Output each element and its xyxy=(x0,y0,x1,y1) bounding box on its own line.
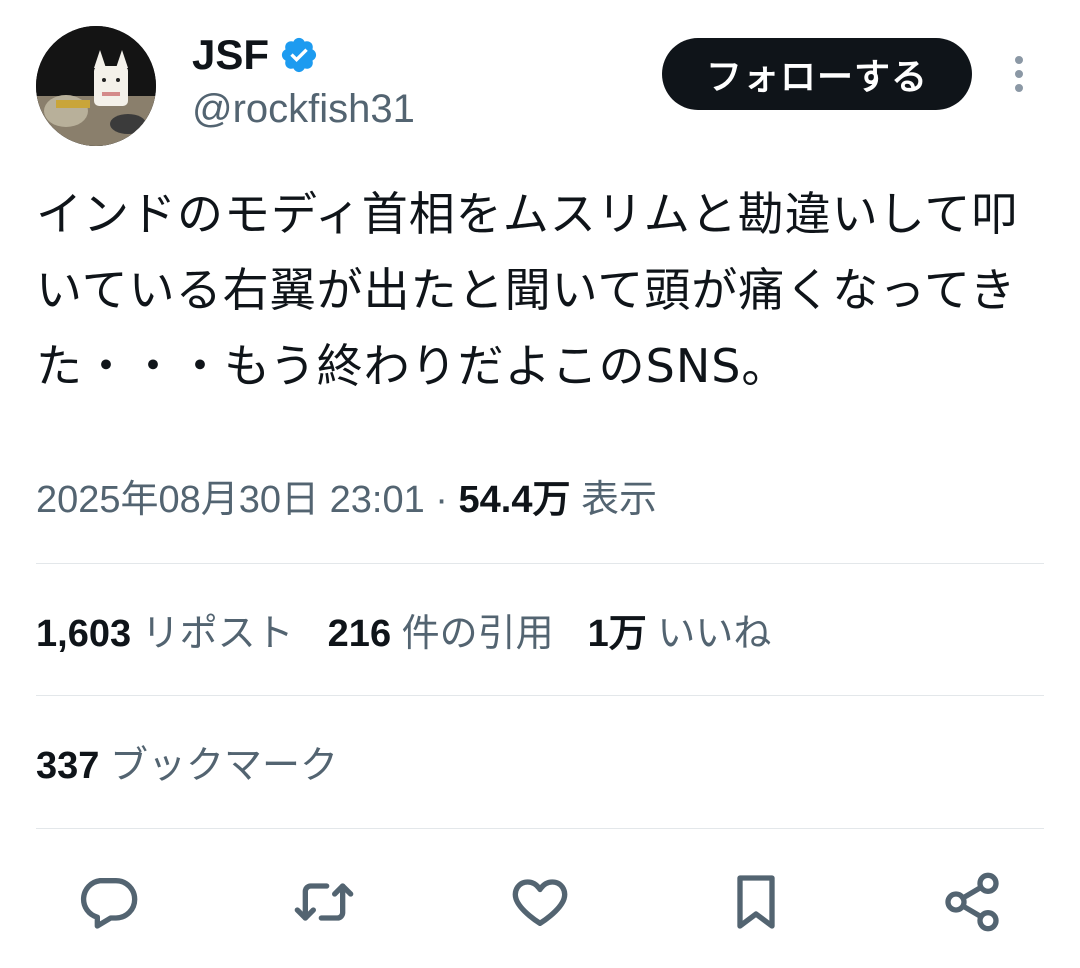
avatar[interactable] xyxy=(36,26,156,146)
reposts-count: 1,603 xyxy=(36,613,132,655)
reposts-label: リポスト xyxy=(141,613,294,655)
bookmarks-count: 337 xyxy=(36,745,100,787)
share-icon[interactable] xyxy=(940,870,1004,934)
avatar-image xyxy=(36,26,156,146)
author-name[interactable]: JSF xyxy=(192,30,269,80)
quotes-stat[interactable]: 216 件の引用 xyxy=(328,613,554,655)
reply-icon[interactable] xyxy=(76,870,140,934)
bookmarks-stat[interactable]: 337 ブックマーク xyxy=(36,738,338,794)
divider xyxy=(36,828,1044,829)
repost-icon[interactable] xyxy=(292,870,356,934)
likes-count: 1万 xyxy=(587,613,647,655)
likes-label: いいね xyxy=(657,613,772,655)
tweet-text: インドのモディ首相をムスリムと勘違いして叩いている右翼が出たと聞いて頭が痛くなっ… xyxy=(36,187,1019,393)
bookmark-icon[interactable] xyxy=(724,870,788,934)
author-handle[interactable]: @rockfish31 xyxy=(192,84,415,134)
follow-button[interactable]: フォローする xyxy=(662,38,972,110)
like-heart-icon[interactable] xyxy=(508,870,572,934)
divider xyxy=(36,695,1044,696)
quotes-label: 件の引用 xyxy=(401,613,554,655)
divider xyxy=(36,563,1044,564)
engagement-stats: 1,603 リポスト 216 件の引用 1万 いいね xyxy=(36,606,771,662)
quotes-count: 216 xyxy=(327,613,392,655)
views-label: 表示 xyxy=(581,479,658,521)
verified-badge-icon xyxy=(279,35,319,75)
tweet-timestamp[interactable]: 2025年08月30日 23:01 xyxy=(36,479,425,521)
views-count: 54.4万 xyxy=(458,479,571,521)
more-vertical-icon[interactable] xyxy=(1004,52,1034,96)
meta-separator: · xyxy=(435,479,448,521)
author-name-row[interactable]: JSF xyxy=(192,30,319,80)
tweet-meta: 2025年08月30日 23:01 · 54.4万 表示 xyxy=(36,472,657,528)
likes-stat[interactable]: 1万 いいね xyxy=(588,613,772,655)
bookmarks-label: ブックマーク xyxy=(109,745,338,787)
reposts-stat[interactable]: 1,603 リポスト xyxy=(36,613,294,655)
